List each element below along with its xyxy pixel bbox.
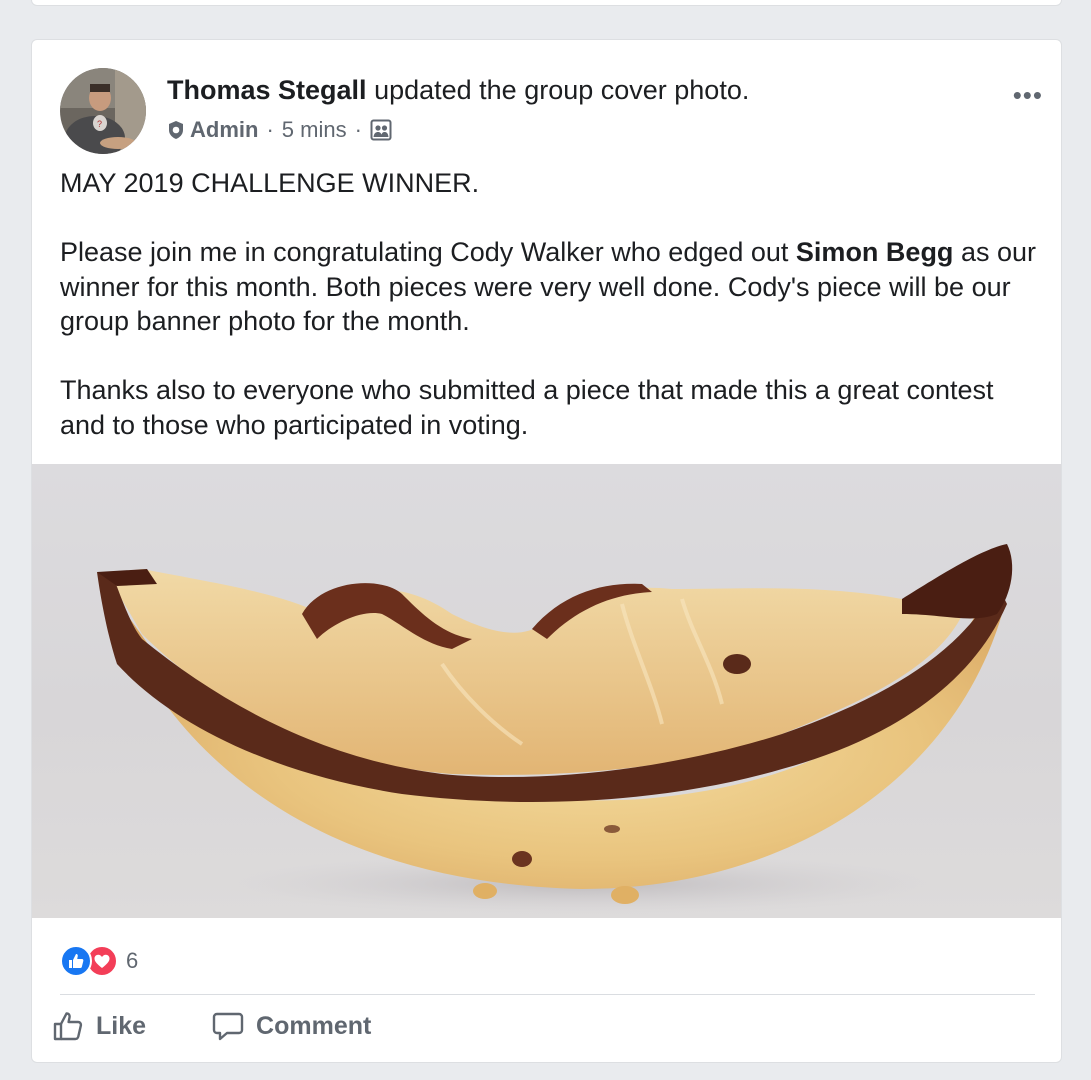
previous-post-card	[31, 0, 1062, 6]
author-avatar[interactable]: ?	[60, 68, 146, 154]
like-reaction-icon	[60, 945, 92, 977]
reaction-count: 6	[126, 948, 139, 973]
admin-shield-icon	[169, 121, 183, 139]
post-action-text: updated the group cover photo.	[374, 75, 750, 105]
post-actions: Like Comment	[52, 1010, 437, 1042]
cover-photo[interactable]	[32, 464, 1061, 918]
author-name[interactable]: Thomas Stegall	[167, 75, 367, 105]
more-options-button[interactable]: •••	[1013, 80, 1043, 111]
thumbs-up-icon	[53, 1012, 83, 1041]
actions-divider	[60, 994, 1035, 995]
post-header: Thomas Stegall updated the group cover p…	[167, 75, 749, 106]
reaction-summary[interactable]: 6	[60, 945, 138, 977]
group-icon	[370, 119, 392, 141]
meta-separator: ·	[354, 117, 362, 142]
comment-bubble-icon	[212, 1012, 244, 1041]
post-timestamp[interactable]: 5 mins	[282, 117, 347, 143]
post-meta: Admin · 5 mins ·	[167, 117, 392, 143]
mention-link[interactable]: Simon Begg	[796, 237, 954, 267]
admin-badge: Admin	[190, 117, 259, 142]
post-paragraph: Thanks also to everyone who submitted a …	[60, 375, 994, 440]
comment-label: Comment	[256, 1011, 372, 1040]
post-paragraph: Please join me in congratulating Cody Wa…	[60, 235, 1045, 339]
like-label: Like	[96, 1011, 147, 1040]
wooden-bowl-image	[97, 544, 1013, 914]
post-card: ? Thomas Stegall updated the group cover…	[31, 39, 1062, 1063]
post-text-span: Please join me in congratulating Cody Wa…	[60, 237, 796, 267]
svg-text:?: ?	[97, 119, 102, 129]
like-button[interactable]: Like	[52, 1010, 146, 1042]
meta-separator: ·	[266, 117, 274, 142]
post-headline: MAY 2019 CHALLENGE WINNER.	[60, 168, 480, 198]
comment-button[interactable]: Comment	[212, 1010, 371, 1042]
post-body: MAY 2019 CHALLENGE WINNER. Please join m…	[60, 166, 1045, 477]
